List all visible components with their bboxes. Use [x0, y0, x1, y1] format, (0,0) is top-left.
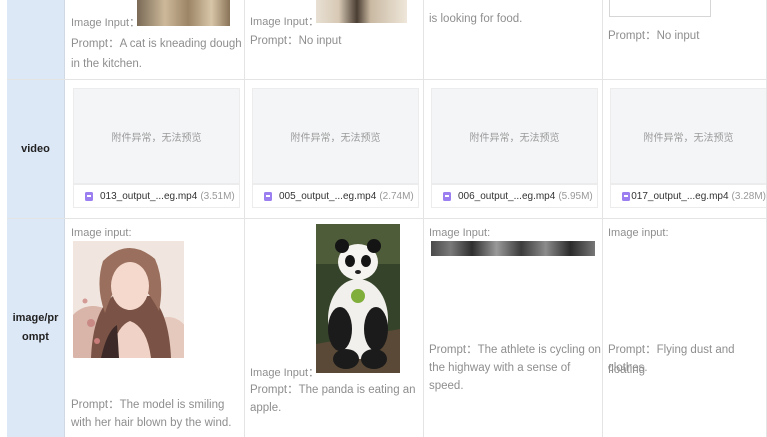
- row-divider: [7, 218, 767, 219]
- video-preview-error[interactable]: 附件异常，无法预览: [431, 88, 598, 184]
- prompt-text: clothes.: [608, 362, 648, 374]
- row-label-image-prompt-text-1: image/pr: [12, 311, 59, 324]
- column-divider: [244, 0, 245, 437]
- row-divider: [7, 79, 767, 80]
- panda-image[interactable]: [316, 224, 400, 373]
- image-input-label: Image Input：: [71, 17, 141, 29]
- preview-error-text: 附件异常，无法预览: [290, 132, 381, 144]
- video-preview-error[interactable]: 附件异常，无法预览: [610, 88, 766, 184]
- prompt-text: the highway with a sense of: [429, 362, 571, 374]
- column-divider: [602, 0, 603, 437]
- prompt-text: speed.: [429, 380, 464, 392]
- video-file-icon: [85, 191, 93, 201]
- image-input-label: Image Input：: [250, 16, 320, 28]
- preview-error-text: 附件异常，无法预览: [111, 132, 202, 144]
- cyclist-image[interactable]: [431, 241, 595, 256]
- row-label-image-prompt: image/pr ompt: [7, 218, 65, 437]
- row-label-image-prompt-text-2: ompt: [22, 330, 49, 343]
- prompt-text: with her hair blown by the wind.: [71, 417, 232, 429]
- image-input-label: Image input:: [71, 227, 132, 239]
- prompt-text: Prompt：No input: [608, 30, 700, 42]
- video-file-attachment[interactable]: 017_output_...eg.mp4 (3.28M): [610, 184, 766, 208]
- input-image[interactable]: [316, 0, 407, 23]
- video-preview-error[interactable]: 附件异常，无法预览: [252, 88, 419, 184]
- video-file-icon: [443, 191, 451, 201]
- image-input-label: Image input:: [608, 227, 669, 239]
- model-portrait-drawing: [73, 241, 184, 358]
- prompt-text: Prompt：A cat is kneading dough: [71, 38, 242, 50]
- video-file-icon: [264, 191, 272, 201]
- row-label-video: video: [7, 80, 65, 218]
- prompt-text: Prompt：No input: [250, 35, 342, 47]
- file-size: (3.28M): [731, 190, 766, 202]
- file-name: 005_output_...eg.mp4: [279, 190, 377, 202]
- cat-kneading-image[interactable]: [137, 0, 230, 26]
- video-file-icon: [622, 191, 631, 201]
- image-input-label: Image Input:: [429, 227, 491, 239]
- file-size: (5.95M): [558, 190, 593, 202]
- results-table: video image/pr ompt Image Input： Prompt：…: [0, 0, 767, 437]
- file-size: (2.74M): [379, 190, 414, 202]
- prompt-text: Prompt：The panda is eating an: [250, 384, 416, 396]
- prompt-text: Prompt：The athlete is cycling on: [429, 344, 601, 356]
- image-input-label: Image Input：: [250, 367, 320, 379]
- input-image-frame[interactable]: [609, 0, 711, 17]
- video-file-attachment[interactable]: 006_output_...eg.mp4 (5.95M): [431, 184, 598, 208]
- preview-error-text: 附件异常，无法预览: [469, 132, 560, 144]
- column-divider: [423, 0, 424, 437]
- row-label-prompt-continued: [7, 0, 65, 80]
- prompt-text: Prompt：The model is smiling: [71, 399, 225, 411]
- file-name: 006_output_...eg.mp4: [458, 190, 556, 202]
- model-portrait-image[interactable]: [73, 241, 184, 358]
- file-name: 017_output_...eg.mp4: [631, 190, 729, 202]
- prompt-text: in the kitchen.: [71, 58, 142, 70]
- row-label-video-text: video: [21, 142, 50, 155]
- video-file-attachment[interactable]: 005_output_...eg.mp4 (2.74M): [252, 184, 419, 208]
- video-preview-error[interactable]: 附件异常，无法预览: [73, 88, 240, 184]
- panda-drawing: [316, 224, 400, 373]
- preview-error-text: 附件异常，无法预览: [643, 132, 734, 144]
- prompt-text: apple.: [250, 402, 282, 414]
- video-file-attachment[interactable]: 013_output_...eg.mp4 (3.51M): [73, 184, 240, 208]
- file-size: (3.51M): [200, 190, 235, 202]
- prompt-text: is looking for food.: [429, 13, 523, 25]
- file-name: 013_output_...eg.mp4: [100, 190, 198, 202]
